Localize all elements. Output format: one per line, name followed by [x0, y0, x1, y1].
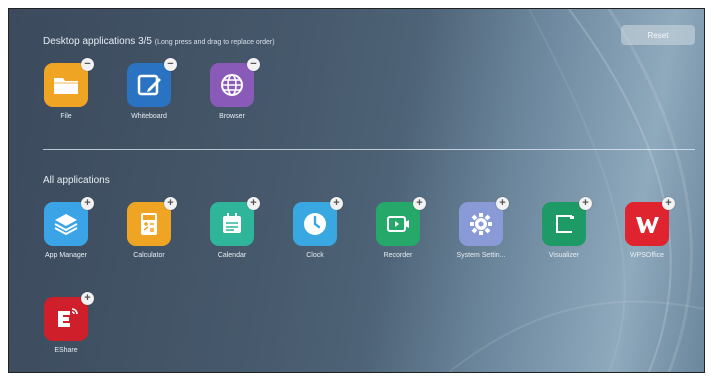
app-label: Visualizer	[548, 252, 580, 259]
folder-icon[interactable]	[44, 63, 88, 107]
add-badge-button[interactable]: +	[496, 197, 509, 210]
app-label: WPSOffice	[629, 252, 665, 259]
app-label: Clock	[306, 252, 324, 259]
remove-badge-button[interactable]: −	[81, 58, 94, 71]
app-launcher-screen: Desktop applications 3/5 (Long press and…	[8, 8, 705, 373]
eshare-icon[interactable]	[44, 297, 88, 341]
all-app-tile[interactable]: + Calendar	[191, 197, 271, 272]
add-badge-button[interactable]: +	[330, 197, 343, 210]
section-divider	[43, 149, 695, 150]
app-label: EShare	[54, 347, 78, 354]
desktop-app-tile[interactable]: − File	[25, 58, 105, 133]
all-apps-title: All applications	[43, 175, 110, 186]
app-label: Calculator	[133, 252, 165, 259]
all-app-tile[interactable]: + App Manager	[25, 197, 105, 272]
desktop-app-tile[interactable]: − Whiteboard	[108, 58, 188, 133]
desktop-apps-heading: Desktop applications 3/5 (Long press and…	[43, 36, 275, 47]
add-badge-button[interactable]: +	[579, 197, 592, 210]
add-badge-button[interactable]: +	[81, 292, 94, 305]
app-label: Browser	[219, 113, 245, 120]
app-label: Recorder	[383, 252, 413, 259]
app-label: System Settin...	[456, 252, 506, 259]
desktop-apps-hint: (Long press and drag to replace order)	[154, 39, 275, 46]
wps-w-icon[interactable]	[625, 202, 669, 246]
app-label: Calendar	[217, 252, 247, 259]
app-label: File	[60, 113, 72, 120]
remove-badge-button[interactable]: −	[247, 58, 260, 71]
calculator-icon[interactable]	[127, 202, 171, 246]
screen-record-icon[interactable]	[376, 202, 420, 246]
document-camera-icon[interactable]	[542, 202, 586, 246]
whiteboard-pen-icon[interactable]	[127, 63, 171, 107]
desktop-apps-count: 3/5	[138, 36, 152, 47]
add-badge-button[interactable]: +	[413, 197, 426, 210]
all-app-tile[interactable]: + Clock	[274, 197, 354, 272]
add-badge-button[interactable]: +	[81, 197, 94, 210]
add-badge-button[interactable]: +	[164, 197, 177, 210]
app-label: Whiteboard	[131, 113, 167, 120]
desktop-app-tile[interactable]: − Browser	[191, 58, 271, 133]
gear-icon[interactable]	[459, 202, 503, 246]
desktop-apps-title: Desktop applications	[43, 36, 136, 47]
globe-icon[interactable]	[210, 63, 254, 107]
add-badge-button[interactable]: +	[662, 197, 675, 210]
all-app-tile[interactable]: + System Settin...	[440, 197, 520, 272]
all-app-tile[interactable]: + Recorder	[357, 197, 437, 272]
layers-icon[interactable]	[44, 202, 88, 246]
reset-button[interactable]: Reset	[621, 25, 695, 45]
all-app-tile[interactable]: + Calculator	[108, 197, 188, 272]
all-app-tile[interactable]: + EShare	[25, 292, 105, 367]
clock-icon[interactable]	[293, 202, 337, 246]
calendar-icon[interactable]	[210, 202, 254, 246]
all-app-tile[interactable]: + WPSOffice	[606, 197, 686, 272]
all-app-tile[interactable]: + Visualizer	[523, 197, 603, 272]
add-badge-button[interactable]: +	[247, 197, 260, 210]
remove-badge-button[interactable]: −	[164, 58, 177, 71]
app-label: App Manager	[44, 252, 88, 259]
